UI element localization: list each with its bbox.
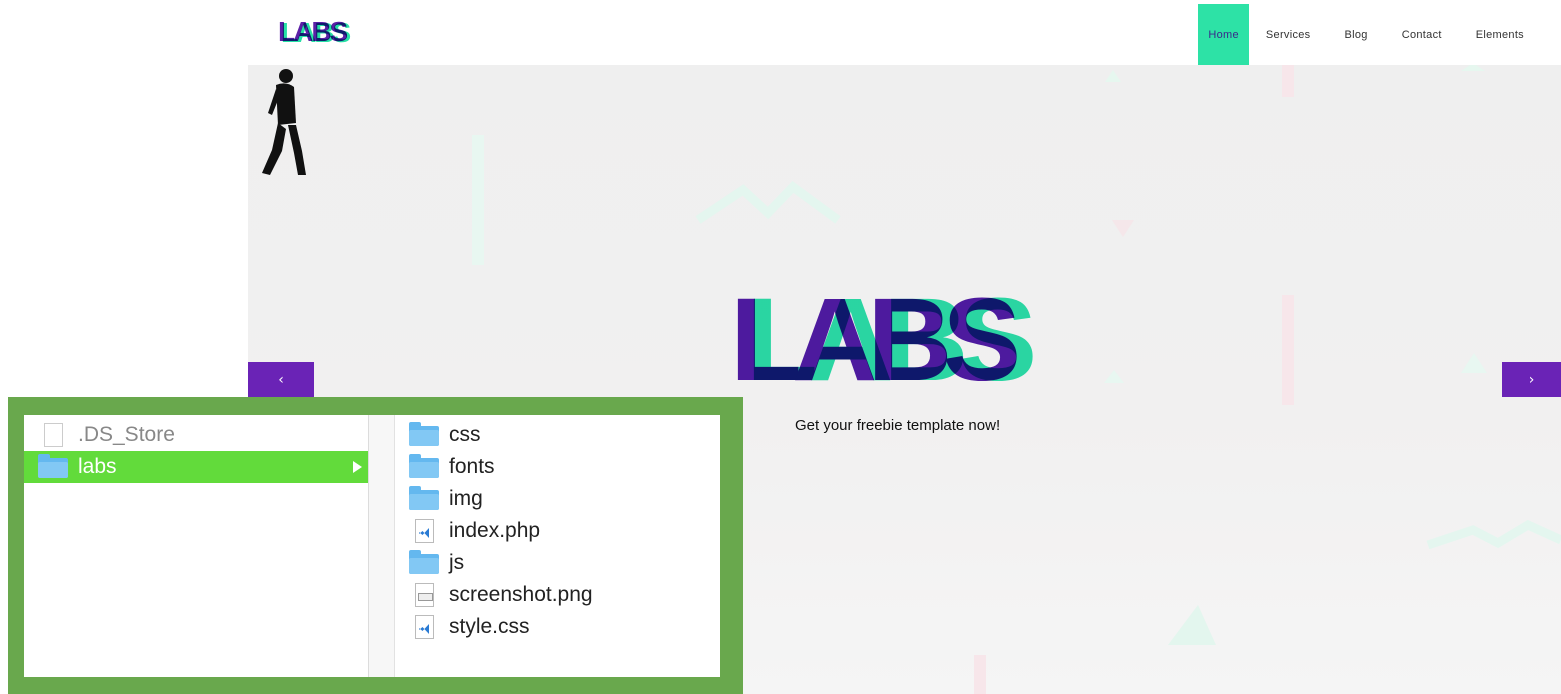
- finder-column-root: .DS_Store labs: [24, 415, 369, 677]
- folder-icon: [409, 422, 439, 447]
- file-icon: [38, 423, 68, 447]
- finder-item-label: index.php: [449, 519, 541, 542]
- deco-bar: [974, 655, 986, 694]
- hero-tagline: Get your freebie template now!: [795, 417, 1001, 434]
- finder-item-label: css: [449, 423, 481, 446]
- nav-contact[interactable]: Contact: [1385, 4, 1459, 65]
- nav-home[interactable]: Home: [1198, 4, 1249, 65]
- finder-window: .DS_Store labs css fonts img index.php j…: [24, 415, 720, 677]
- deco-bar: [1282, 295, 1294, 405]
- finder-item-screenshot[interactable]: screenshot.png: [395, 579, 720, 611]
- site-logo[interactable]: LABS LABS: [278, 14, 398, 50]
- finder-item-label: img: [449, 487, 483, 510]
- finder-column-labs: css fonts img index.php js screenshot.pn…: [395, 415, 720, 677]
- finder-item-label: js: [449, 551, 465, 574]
- finder-column-divider[interactable]: [369, 415, 395, 677]
- deco-triangle: [1112, 220, 1134, 237]
- code-file-icon: [409, 519, 439, 543]
- nav-elements[interactable]: Elements: [1459, 4, 1541, 65]
- finder-item-label: style.css: [449, 615, 530, 638]
- hero-title-overlay: LABS: [746, 274, 1037, 406]
- walking-person-image: [262, 69, 306, 175]
- deco-zigzag: [1426, 519, 1561, 550]
- hero-title: LABS LABS: [730, 275, 1110, 405]
- finder-item-img[interactable]: img: [395, 483, 720, 515]
- finder-item-css[interactable]: css: [395, 419, 720, 451]
- finder-item-style-css[interactable]: style.css: [395, 611, 720, 643]
- folder-icon: [409, 454, 439, 479]
- folder-icon: [38, 454, 68, 479]
- logo-text-overlay: LABS: [281, 17, 351, 48]
- site-header: LABS LABS Home Services Blog Contact Ele…: [248, 0, 1561, 65]
- finder-item-label: screenshot.png: [449, 583, 593, 606]
- finder-item-fonts[interactable]: fonts: [395, 451, 720, 483]
- finder-highlight-frame: .DS_Store labs css fonts img index.php j…: [8, 397, 743, 694]
- finder-item-label: .DS_Store: [78, 423, 175, 446]
- code-file-icon: [409, 615, 439, 639]
- chevron-right-icon: [353, 461, 362, 473]
- finder-item-ds-store[interactable]: .DS_Store: [24, 419, 368, 451]
- deco-triangle: [1461, 65, 1485, 71]
- folder-icon: [409, 550, 439, 575]
- deco-zigzag: [695, 181, 841, 224]
- main-nav: Home Services Blog Contact Elements: [1198, 4, 1541, 65]
- deco-triangle: [1168, 605, 1216, 645]
- deco-triangle: [1461, 353, 1487, 373]
- finder-item-label: fonts: [449, 455, 495, 478]
- slider-prev-button[interactable]: ‹: [248, 362, 314, 397]
- finder-item-label: labs: [78, 455, 117, 478]
- deco-bar: [472, 135, 484, 265]
- finder-item-labs-folder[interactable]: labs: [24, 451, 368, 483]
- nav-services[interactable]: Services: [1249, 4, 1328, 65]
- finder-item-index-php[interactable]: index.php: [395, 515, 720, 547]
- nav-blog[interactable]: Blog: [1328, 4, 1385, 65]
- image-file-icon: [409, 583, 439, 607]
- folder-icon: [409, 486, 439, 511]
- finder-item-js[interactable]: js: [395, 547, 720, 579]
- slider-next-button[interactable]: ›: [1502, 362, 1561, 397]
- deco-bar: [1282, 65, 1294, 97]
- deco-triangle: [1105, 70, 1121, 82]
